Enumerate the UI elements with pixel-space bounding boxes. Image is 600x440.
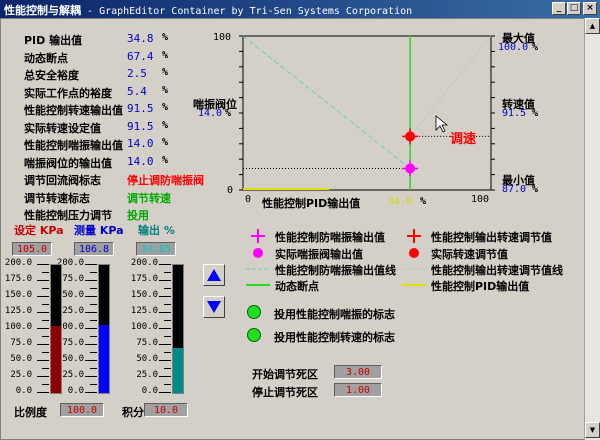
legend-item-speed-output: 性能控制输出转速调节值 [431, 231, 552, 244]
legend-item-breakpoint: 动态断点 [275, 280, 319, 293]
legend-item-pid-output: 性能控制PID输出值 [431, 280, 530, 293]
scroll-up-button[interactable]: ▲ [585, 18, 600, 34]
start-deadband-label: 开始调节死区 [252, 368, 318, 381]
legend-item-surge-valve: 实际喘振阀输出值 [275, 248, 363, 261]
vertical-scrollbar[interactable]: ▲ ▼ [584, 18, 600, 440]
scroll-down-button[interactable]: ▼ [585, 422, 600, 438]
stop-deadband-value[interactable]: 1.00 [334, 383, 382, 397]
legend-item-surge-line: 性能控制防喘振输出值线 [275, 264, 396, 277]
magenta-dot-icon [253, 248, 263, 258]
start-deadband-value[interactable]: 3.00 [334, 365, 382, 379]
speed-enable-label: 投用性能控制转速的标志 [274, 331, 395, 344]
legend-item-speed-line: 性能控制输出转速调节值线 [431, 264, 563, 277]
surge-enable-indicator [247, 305, 261, 319]
stop-deadband-label: 停止调节死区 [252, 386, 318, 399]
magenta-cross-icon [251, 229, 265, 243]
legend-item-speed-actual: 实际转速调节值 [431, 248, 508, 261]
surge-enable-label: 投用性能控制喘振的标志 [274, 308, 395, 321]
red-dot-icon [409, 248, 419, 258]
legend-item-surge-output: 性能控制防喘振输出值 [275, 231, 385, 244]
speed-enable-indicator [247, 328, 261, 342]
red-cross-icon [407, 229, 421, 243]
